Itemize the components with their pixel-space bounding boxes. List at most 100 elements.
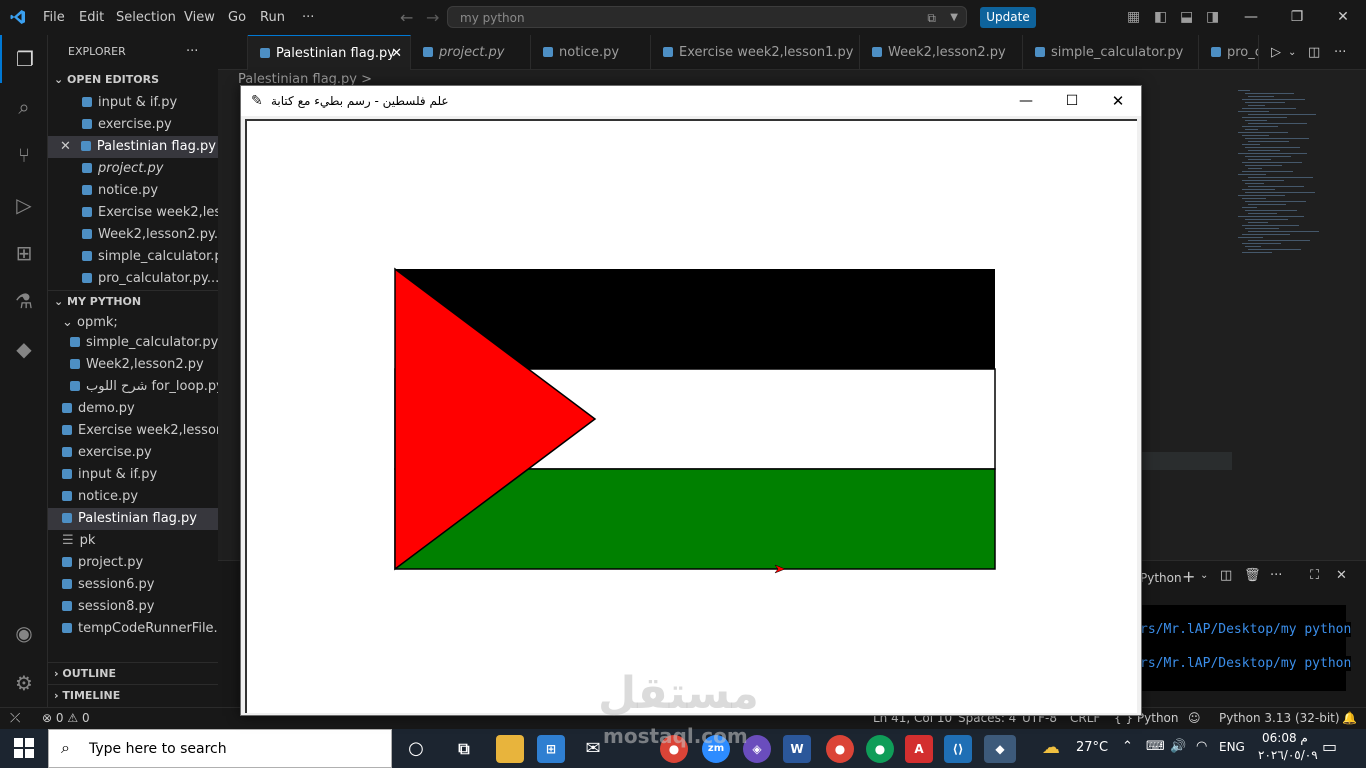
tree-file[interactable]: exercise.py [48, 442, 218, 464]
timeline-header[interactable]: › TIMELINE [48, 684, 218, 707]
accounts-icon[interactable]: ◉ [0, 609, 48, 657]
folder-header[interactable]: ⌄ MY PYTHON [48, 290, 218, 313]
word-icon[interactable]: W [783, 735, 811, 763]
acrobat-icon[interactable]: A [905, 735, 933, 763]
clock-date[interactable]: ٢٠٢٦/٠٥/٠٩ [1258, 748, 1318, 762]
tab-week2-lesson2[interactable]: Week2,lesson2.py [860, 35, 1023, 70]
tree-file[interactable]: session6.py [48, 574, 218, 596]
tree-file[interactable]: demo.py [48, 398, 218, 420]
menu-go[interactable]: Go [228, 0, 246, 35]
open-editor-item[interactable]: input & if.py [48, 92, 218, 114]
remote-icon[interactable]: ⤫ [10, 708, 20, 729]
menu-selection[interactable]: Selection [116, 0, 176, 35]
trash-icon[interactable]: 🗑 [1244, 568, 1261, 583]
menu-edit[interactable]: Edit [79, 0, 104, 35]
notifications-icon[interactable]: 🔔 [1342, 708, 1357, 729]
close-icon[interactable]: ✕ [60, 139, 71, 154]
tree-file[interactable]: Exercise week2,lesson... [48, 420, 218, 442]
extensions-icon[interactable]: ⊞ [0, 229, 48, 277]
tree-file[interactable]: simple_calculator.py [48, 332, 218, 354]
search-icon[interactable]: ⌕ [0, 83, 48, 131]
open-editor-item[interactable]: pro_calculator.py... [48, 268, 218, 290]
minimap[interactable] [1238, 90, 1319, 260]
copilot-status-icon[interactable]: ☺ [1188, 708, 1201, 729]
split-editor-icon[interactable]: ◫ [1308, 35, 1320, 70]
menu-run[interactable]: Run [260, 0, 285, 35]
tree-file[interactable]: ☰ pk [48, 530, 218, 552]
update-button[interactable]: Update [980, 7, 1036, 28]
more-actions-icon[interactable]: ··· [1334, 35, 1346, 70]
input-indicator-icon[interactable]: ⌨ [1146, 739, 1165, 754]
chevron-up-icon[interactable]: ⌃ [1122, 739, 1133, 754]
toggle-sidebar-icon[interactable]: ◧ [1154, 0, 1167, 35]
run-file-icon[interactable]: ▷ [1271, 35, 1281, 70]
minimize-icon[interactable]: — [1011, 86, 1041, 116]
close-window-icon[interactable]: ✕ [1103, 86, 1133, 116]
windows-start-icon[interactable] [14, 738, 34, 758]
menu-view[interactable]: View [184, 0, 215, 35]
close-panel-icon[interactable]: ✕ [1336, 568, 1347, 583]
customize-layout-icon[interactable]: ▦ [1127, 0, 1140, 35]
outline-header[interactable]: › OUTLINE [48, 662, 218, 685]
chevron-down-icon[interactable]: ▼ [950, 7, 958, 29]
run-debug-icon[interactable]: ▷ [0, 181, 48, 229]
toggle-panel-icon[interactable]: ⬓ [1180, 0, 1193, 35]
toggle-secondary-sidebar-icon[interactable]: ◨ [1206, 0, 1219, 35]
tree-file[interactable]: project.py [48, 552, 218, 574]
python-taskbar-icon[interactable]: ◆ [984, 735, 1016, 763]
tree-file-selected[interactable]: Palestinian flag.py [48, 508, 218, 530]
back-arrow-icon[interactable]: ← [400, 0, 413, 35]
tree-folder[interactable]: ⌄ opmk; [48, 312, 218, 334]
temperature[interactable]: 27°C [1076, 740, 1108, 755]
maximize-icon[interactable]: ☐ [1057, 86, 1087, 116]
open-editor-item[interactable]: project.py [48, 158, 218, 180]
chevron-down-icon[interactable]: ⌄ [1288, 35, 1296, 70]
file-explorer-icon[interactable] [496, 735, 524, 763]
action-center-icon[interactable]: ▭ [1322, 737, 1337, 756]
python-interpreter[interactable]: Python 3.13 (32-bit) [1219, 708, 1340, 729]
source-control-icon[interactable]: ⑂ [0, 131, 48, 179]
python-icon[interactable]: ◆ [0, 325, 48, 373]
close-window-icon[interactable]: ✕ [1320, 0, 1366, 35]
chrome-profile-icon[interactable]: ● [826, 735, 854, 763]
testing-icon[interactable]: ⚗ [0, 277, 48, 325]
open-editor-item[interactable]: simple_calculator.p... [48, 246, 218, 268]
tree-file[interactable]: tempCodeRunnerFile.py [48, 618, 218, 640]
network-icon[interactable]: ◠ [1196, 739, 1207, 754]
task-view-icon[interactable]: ⧉ [450, 735, 478, 763]
terminal-output[interactable] [1138, 605, 1346, 691]
language-indicator[interactable]: ENG [1219, 740, 1245, 754]
tab-exercise-week2[interactable]: Exercise week2,lesson1.py [651, 35, 860, 70]
menu-file[interactable]: File [43, 0, 65, 35]
maximize-panel-icon[interactable]: ⛶ [1310, 568, 1319, 583]
tree-file[interactable]: input & if.py [48, 464, 218, 486]
vscode-taskbar-icon[interactable]: ⟨⟩ [944, 735, 972, 763]
tree-file[interactable]: شرح اللوب for_loop.py [48, 376, 218, 398]
settings-gear-icon[interactable]: ⚙ [0, 659, 48, 707]
restore-icon[interactable]: ❐ [1274, 0, 1320, 35]
store-icon[interactable]: ⊞ [537, 735, 565, 763]
tree-file[interactable]: Week2,lesson2.py [48, 354, 218, 376]
more-actions-icon[interactable]: ··· [1270, 568, 1282, 583]
copilot-icon[interactable]: ⧉ [927, 7, 936, 29]
open-editor-item-active[interactable]: ✕ Palestinian flag.py [48, 136, 218, 158]
cortana-icon[interactable]: ○ [402, 735, 430, 763]
tree-file[interactable]: notice.py [48, 486, 218, 508]
chrome-profile2-icon[interactable]: ● [866, 735, 894, 763]
menu-more[interactable]: ··· [302, 0, 314, 35]
tab-simple-calculator[interactable]: simple_calculator.py [1023, 35, 1199, 70]
more-actions-icon[interactable]: ··· [186, 41, 206, 63]
problems-indicator[interactable]: ⊗ 0 ⚠ 0 [42, 708, 90, 729]
turtle-window-titlebar[interactable]: ✎ علم فلسطين - رسم بطيء مع كتابة — ☐ ✕ [241, 86, 1141, 116]
open-editors-header[interactable]: ⌄ OPEN EDITORS [48, 69, 218, 91]
tab-palestinian-flag[interactable]: Palestinian flag.py ✕ [248, 35, 411, 70]
minimize-icon[interactable]: — [1228, 0, 1274, 35]
tab-notice[interactable]: notice.py [531, 35, 651, 70]
open-editor-item[interactable]: Exercise week2,less... [48, 202, 218, 224]
explorer-icon[interactable]: ❐ [0, 35, 48, 83]
chevron-down-icon[interactable]: ⌄ [1200, 570, 1208, 581]
open-editor-item[interactable]: Week2,lesson2.py... [48, 224, 218, 246]
tree-file[interactable]: session8.py [48, 596, 218, 618]
open-editor-item[interactable]: exercise.py [48, 114, 218, 136]
taskbar-search-box[interactable]: ⌕ Type here to search [48, 729, 392, 768]
